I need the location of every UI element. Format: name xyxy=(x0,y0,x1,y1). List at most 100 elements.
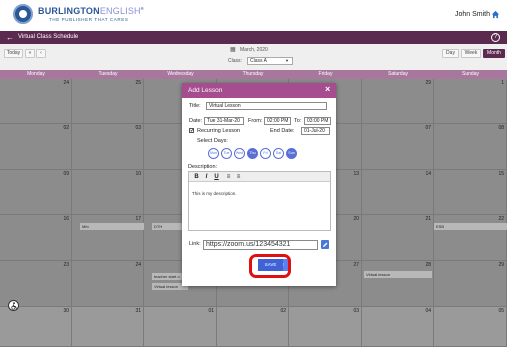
weekday-header: Monday xyxy=(27,71,45,77)
calendar-toolbar: Today « ‹ ▦ March, 2020 Class: Class A ▼… xyxy=(0,44,507,70)
weekday-header-row: Monday Tuesday Wednesday Thursday Friday… xyxy=(0,70,507,79)
title-label: Title: xyxy=(189,103,201,109)
select-days-label: Select Days: xyxy=(197,138,228,144)
calendar-day-cell[interactable]: 24 xyxy=(0,79,72,124)
calendar-day-cell[interactable]: 24 xyxy=(72,261,144,307)
question-circle-icon[interactable]: ? xyxy=(491,33,500,42)
calendar-day-cell[interactable]: 30 xyxy=(0,307,72,347)
day-toggle-sun[interactable]: Sun xyxy=(286,148,297,159)
day-number: 22 xyxy=(498,216,504,222)
calendar-day-cell[interactable]: 03 xyxy=(289,307,362,347)
calendar-day-cell[interactable]: 14 xyxy=(362,170,434,215)
day-number: 20 xyxy=(353,216,359,222)
editor-toolbar: B I U ≡ ≡ xyxy=(189,172,330,182)
dialog-title: Add Lesson xyxy=(188,87,223,94)
bold-button[interactable]: B xyxy=(192,173,201,181)
numbered-list-button[interactable]: ≡ xyxy=(224,173,233,181)
calendar-day-cell[interactable]: 22 ESB xyxy=(434,215,507,261)
calendar-event[interactable]: Mfo xyxy=(80,223,144,230)
next-button[interactable]: ‹ xyxy=(36,49,46,58)
calendar-day-cell[interactable]: 31 xyxy=(72,307,144,347)
calendar-day-cell[interactable]: 04 xyxy=(362,307,434,347)
description-editor[interactable]: B I U ≡ ≡ This is my description. xyxy=(188,171,331,231)
dialog-header: Add Lesson × xyxy=(182,83,336,98)
today-button[interactable]: Today xyxy=(4,49,23,58)
class-select-value: Class A xyxy=(250,58,267,64)
weekday-header: Saturday xyxy=(387,71,408,77)
prev-button[interactable]: « xyxy=(25,49,35,58)
calendar-day-cell[interactable]: 08 xyxy=(434,124,507,170)
class-select[interactable]: Class A ▼ xyxy=(247,57,293,65)
to-time-input[interactable]: 03:00 PM xyxy=(304,117,331,125)
close-icon[interactable]: × xyxy=(325,84,330,94)
class-label: Class: xyxy=(228,58,242,64)
link-input[interactable]: https://zoom.us/123454321 xyxy=(203,240,318,250)
weekday-header: Wednesday xyxy=(167,71,194,77)
calendar-day-cell[interactable]: 01 xyxy=(144,307,217,347)
day-number: 29 xyxy=(425,80,431,86)
calendar-day-cell[interactable]: 05 xyxy=(434,307,507,347)
calendar-day-cell[interactable]: 17 Mfo xyxy=(72,215,144,261)
day-number: 04 xyxy=(425,308,431,314)
day-toggle-fri[interactable]: Fri xyxy=(260,148,271,159)
brand-accent: ENGLISH xyxy=(99,6,141,16)
calendar-day-cell[interactable]: 1 xyxy=(434,79,507,124)
user-name[interactable]: John Smith xyxy=(455,11,490,18)
bullet-list-button[interactable]: ≡ xyxy=(234,173,243,181)
top-bar: BURLINGTONENGLISH® THE PUBLISHER THAT CA… xyxy=(0,0,507,31)
calendar-day-cell[interactable]: 02 xyxy=(0,124,72,170)
day-toggle-thu[interactable]: Thu xyxy=(247,148,258,159)
home-icon[interactable] xyxy=(491,10,500,19)
edit-link-icon[interactable] xyxy=(321,240,329,249)
calendar-day-cell[interactable]: 16 xyxy=(0,215,72,261)
calendar-event[interactable]: DTH xyxy=(152,223,184,230)
view-week-button[interactable]: Week xyxy=(461,49,481,58)
day-number: 24 xyxy=(63,80,69,86)
day-number: 21 xyxy=(425,216,431,222)
day-number: 08 xyxy=(498,125,504,131)
view-day-button[interactable]: Day xyxy=(442,49,459,58)
page-title-bar: ← Virtual Class Schedule ? xyxy=(0,31,507,44)
month-label: March, 2020 xyxy=(240,47,268,53)
underline-button[interactable]: U xyxy=(212,173,221,181)
day-number: 10 xyxy=(135,171,141,177)
arrow-left-icon[interactable]: ← xyxy=(6,33,14,42)
day-toggle-tue[interactable]: Tue xyxy=(221,148,232,159)
day-toggle-mon[interactable]: Mon xyxy=(208,148,219,159)
from-time-input[interactable]: 02:00 PM xyxy=(264,117,291,125)
calendar-day-cell[interactable]: 09 xyxy=(0,170,72,215)
calendar-day-cell[interactable]: 28 Virtual lesson xyxy=(362,261,434,307)
to-label: To: xyxy=(294,118,302,124)
day-number: 27 xyxy=(353,262,359,268)
end-date-label: End Date: xyxy=(270,128,295,134)
italic-button[interactable]: I xyxy=(202,173,211,181)
day-number: 15 xyxy=(498,171,504,177)
day-number: 14 xyxy=(425,171,431,177)
calendar-day-cell[interactable]: 02 xyxy=(217,307,289,347)
description-text: This is my description. xyxy=(192,191,237,196)
day-toggle-wed[interactable]: Wed xyxy=(234,148,245,159)
brand-main: BURLINGTON xyxy=(38,6,100,16)
recurring-checkbox[interactable]: ✔ xyxy=(189,128,194,134)
calendar-day-cell[interactable]: 15 xyxy=(434,170,507,215)
accessibility-icon[interactable] xyxy=(8,300,19,311)
day-number: 28 xyxy=(425,262,431,268)
calendar-event[interactable]: Virtual lesson xyxy=(364,271,432,278)
calendar-day-cell[interactable]: 25 xyxy=(72,79,144,124)
weekday-header: Sunday xyxy=(462,71,479,77)
calendar-day-cell[interactable]: 29 xyxy=(362,79,434,124)
day-number: 17 xyxy=(135,216,141,222)
view-month-button[interactable]: Month xyxy=(483,49,505,58)
title-input[interactable]: Virtual Lesson xyxy=(206,102,327,110)
calendar-day-cell[interactable]: 10 xyxy=(72,170,144,215)
date-input[interactable]: Tue 31-Mar-20 xyxy=(204,117,244,125)
weekday-header: Friday xyxy=(318,71,333,77)
calendar-day-cell[interactable]: 21 xyxy=(362,215,434,261)
calendar-event[interactable]: ESB xyxy=(434,223,507,230)
calendar-day-cell[interactable]: 29 xyxy=(434,261,507,307)
brand-tagline: THE PUBLISHER THAT CARES xyxy=(49,17,129,22)
calendar-day-cell[interactable]: 07 xyxy=(362,124,434,170)
end-date-input[interactable]: 01-Jul-20 xyxy=(301,127,330,135)
calendar-day-cell[interactable]: 03 xyxy=(72,124,144,170)
day-toggle-sat[interactable]: Sat xyxy=(273,148,284,159)
